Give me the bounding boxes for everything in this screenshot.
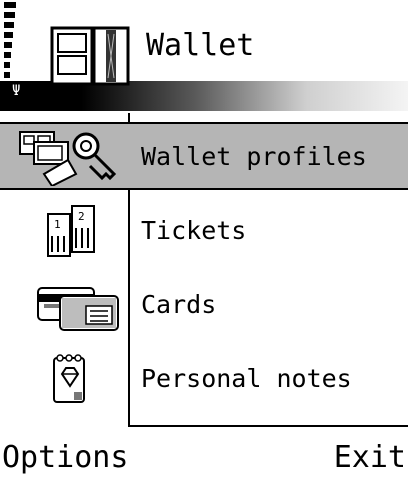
list-item-tickets[interactable]: 1 2 Tickets (0, 198, 408, 266)
list-item-label: Cards (141, 290, 217, 319)
signal-strength-icon: Ψ (4, 2, 44, 98)
cards-icon (37, 287, 119, 331)
list-item-label: Wallet profiles (141, 142, 367, 171)
notepad-gem-icon (53, 354, 85, 403)
tickets-icon: 1 2 (47, 205, 95, 257)
svg-text:1: 1 (54, 218, 61, 231)
list-item-label: Tickets (141, 216, 247, 245)
app-title: Wallet (146, 28, 255, 63)
list-item-personal-notes[interactable]: Personal notes (0, 346, 408, 414)
exit-softkey[interactable]: Exit (334, 440, 406, 476)
phone-screen: Ψ Wallet Wallet profiles 1 2 Tickets Car… (0, 0, 408, 477)
options-softkey[interactable]: Options (2, 440, 128, 476)
list-item-wallet-profiles[interactable]: Wallet profiles (0, 122, 408, 190)
antenna-icon: Ψ (12, 83, 21, 99)
list-item-label: Personal notes (141, 364, 352, 393)
list-item-cards[interactable]: Cards (0, 272, 408, 340)
profile-cards-key-icon (19, 131, 117, 186)
wallet-icon (50, 26, 130, 86)
svg-text:2: 2 (78, 210, 85, 223)
